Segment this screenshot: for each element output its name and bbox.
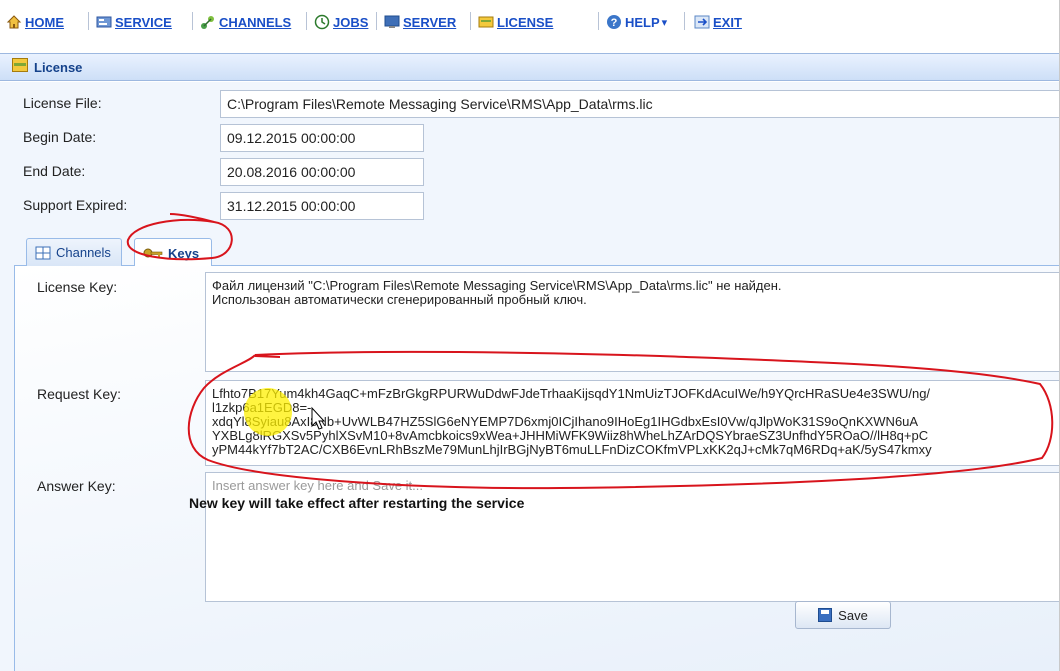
license-file-label: License File: bbox=[23, 95, 102, 111]
end-date-field[interactable]: 20.08.2016 00:00:00 bbox=[220, 158, 424, 186]
menu-divider bbox=[598, 12, 599, 30]
menu-home-label: HOME bbox=[25, 14, 64, 30]
menu-divider bbox=[376, 12, 377, 30]
menu-help-label: HELP bbox=[625, 14, 660, 30]
menu-service-label: SERVICE bbox=[115, 14, 172, 30]
request-key-label: Request Key: bbox=[37, 386, 122, 402]
begin-date-label: Begin Date: bbox=[23, 129, 97, 145]
license-file-field[interactable]: C:\Program Files\Remote Messaging Servic… bbox=[220, 90, 1059, 118]
end-date-label: End Date: bbox=[23, 163, 86, 179]
menu-server-label: SERVER bbox=[403, 14, 457, 30]
service-icon bbox=[96, 14, 112, 30]
panel-header: License bbox=[0, 53, 1059, 81]
support-expired-label: Support Expired: bbox=[23, 197, 128, 213]
menu-divider bbox=[192, 12, 193, 30]
menu-exit-label: EXIT bbox=[713, 14, 742, 30]
jobs-icon bbox=[314, 14, 330, 30]
answer-key-label: Answer Key: bbox=[37, 478, 116, 494]
cursor-highlight bbox=[244, 388, 292, 436]
menu-channels-label: CHANNELS bbox=[219, 14, 292, 30]
license-key-line: Использован автоматически сгенерированны… bbox=[212, 292, 587, 307]
license-icon bbox=[12, 57, 28, 77]
save-button-label: Save bbox=[838, 607, 868, 623]
menu-jobs[interactable]: JOBS bbox=[314, 10, 368, 34]
floppy-disk-icon bbox=[818, 608, 833, 622]
license-key-line: Файл лицензий "C:\Program Files\Remote M… bbox=[212, 278, 782, 293]
license-key-field[interactable]: Файл лицензий "C:\Program Files\Remote M… bbox=[205, 272, 1059, 372]
panel-title: License bbox=[34, 59, 83, 75]
menu-divider bbox=[306, 12, 307, 30]
menu-help[interactable]: ? HELP ▾ bbox=[606, 10, 667, 34]
tab-channels-label: Channels bbox=[56, 245, 111, 260]
home-icon bbox=[6, 14, 22, 30]
request-key-line: yPM44kYf7bT2AC/CXB6EvnLRhBszMe79MunLhjIr… bbox=[212, 442, 932, 457]
chevron-down-icon: ▾ bbox=[661, 16, 668, 29]
menu-divider bbox=[88, 12, 89, 30]
restart-note: New key will take effect after restartin… bbox=[189, 495, 525, 511]
help-icon: ? bbox=[606, 14, 622, 30]
menu-divider bbox=[684, 12, 685, 30]
begin-date-field[interactable]: 09.12.2015 00:00:00 bbox=[220, 124, 424, 152]
channels-grid-icon bbox=[35, 246, 51, 260]
menu-channels[interactable]: CHANNELS bbox=[200, 10, 291, 34]
answer-key-placeholder: Insert answer key here and Save it... bbox=[212, 478, 423, 493]
top-menu: HOME SERVICE CHANNELS JOBS SERVER LICENS… bbox=[0, 0, 1059, 48]
save-button[interactable]: Save bbox=[795, 601, 891, 629]
answer-key-field[interactable]: Insert answer key here and Save it... bbox=[205, 472, 1059, 602]
tab-keys[interactable]: Keys bbox=[134, 238, 212, 267]
tab-channels[interactable]: Channels bbox=[26, 238, 122, 266]
menu-divider bbox=[470, 12, 471, 30]
menu-server[interactable]: SERVER bbox=[384, 10, 456, 34]
exit-icon bbox=[694, 14, 710, 30]
channels-icon bbox=[200, 14, 216, 30]
server-icon bbox=[384, 14, 400, 30]
panel-body: License File: C:\Program Files\Remote Me… bbox=[0, 82, 1059, 671]
tab-strip: Channels Keys bbox=[14, 233, 1059, 267]
menu-license[interactable]: LICENSE bbox=[478, 10, 553, 34]
menu-exit[interactable]: EXIT bbox=[694, 10, 742, 34]
tab-keys-label: Keys bbox=[168, 245, 200, 261]
keys-icon bbox=[143, 246, 163, 260]
menu-jobs-label: JOBS bbox=[333, 14, 369, 30]
request-key-line: Lfhto7B17Yum4kh4GaqC+mFzBrGkgRPURWuDdwFJ… bbox=[212, 386, 931, 401]
keys-tab-content: License Key: Файл лицензий "C:\Program F… bbox=[14, 266, 1059, 671]
license-key-label: License Key: bbox=[37, 279, 118, 295]
app-window: HOME SERVICE CHANNELS JOBS SERVER LICENS… bbox=[0, 0, 1060, 671]
license-icon bbox=[478, 14, 494, 30]
request-key-field[interactable]: Lfhto7B17Yum4kh4GaqC+mFzBrGkgRPURWuDdwFJ… bbox=[205, 380, 1059, 466]
svg-text:?: ? bbox=[611, 17, 618, 29]
menu-service[interactable]: SERVICE bbox=[96, 10, 172, 34]
request-key-line: YXBLg8lRGXSv5PyhlXSvM10+8vAmcbkoics9xWea… bbox=[212, 428, 929, 443]
menu-license-label: LICENSE bbox=[497, 14, 554, 30]
menu-home[interactable]: HOME bbox=[6, 10, 64, 34]
request-key-line: xdqYl8Syiau8AxI8Nb+UvWLB47HZ5SlG6eNYEMP7… bbox=[212, 414, 919, 429]
support-expired-field[interactable]: 31.12.2015 00:00:00 bbox=[220, 192, 424, 220]
request-key-line: l1zkp6a1EGD8=- bbox=[212, 401, 1054, 415]
